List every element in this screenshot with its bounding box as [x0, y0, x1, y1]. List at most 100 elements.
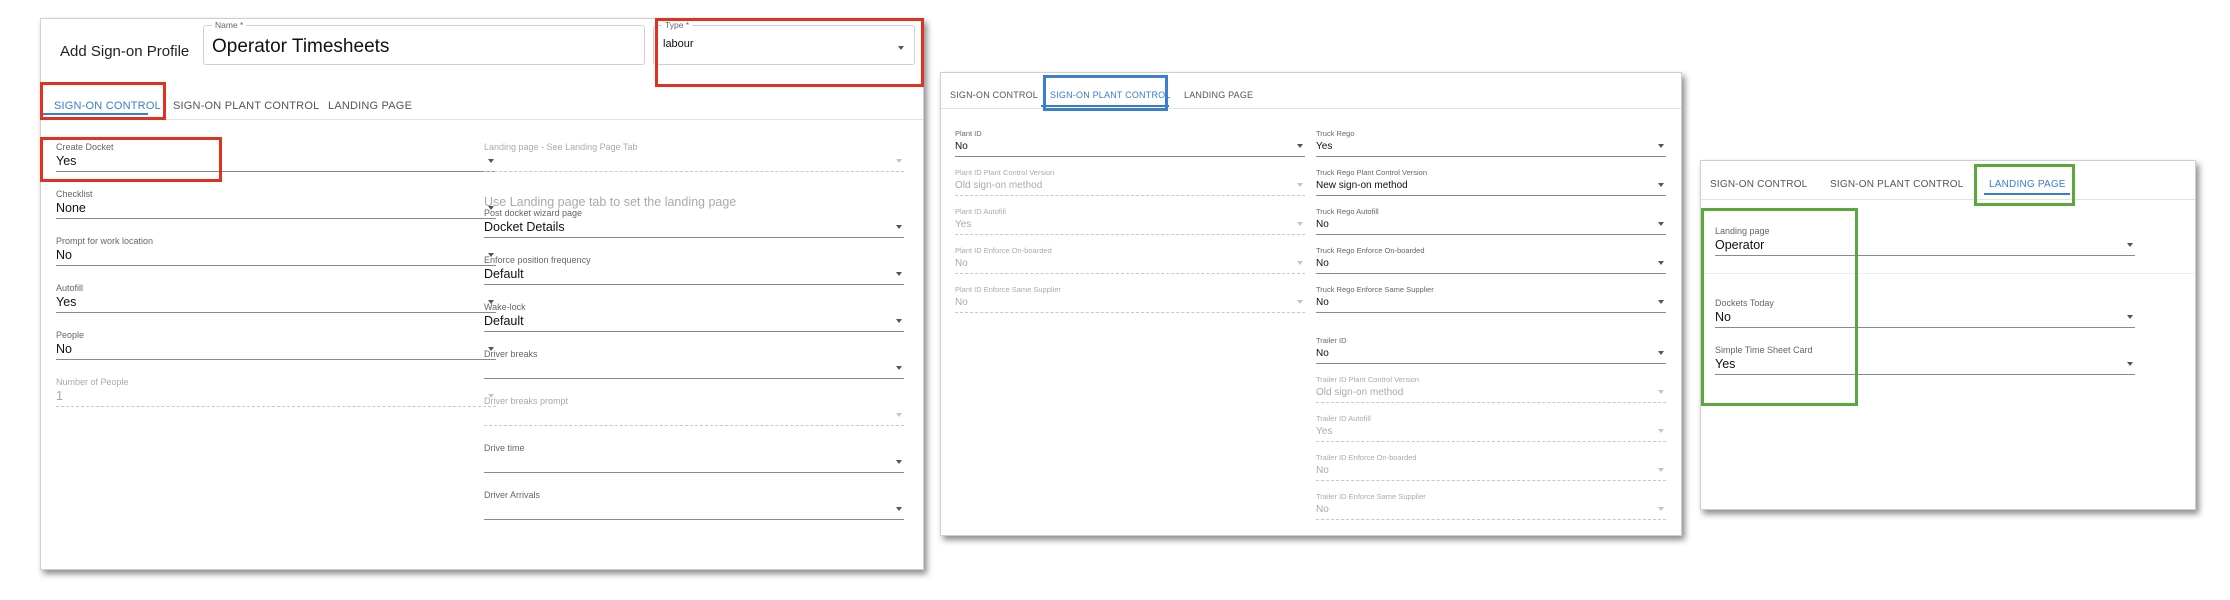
- field-value: No: [955, 141, 968, 152]
- field-value: No: [955, 297, 968, 308]
- enforce-position-frequency-field[interactable]: Enforce position frequency Default: [484, 255, 904, 285]
- field-value: No: [1316, 258, 1329, 269]
- plant-id-enforce-on-boarded-field: Plant ID Enforce On-boarded No: [955, 246, 1305, 276]
- dockets-today-field[interactable]: Dockets Today No: [1715, 298, 2135, 328]
- prompt-for-work-location-field[interactable]: Prompt for work location No: [56, 236, 496, 266]
- field-underline: [1316, 312, 1666, 313]
- chevron-down-icon: [1658, 222, 1664, 226]
- type-select-value: labour: [663, 38, 694, 50]
- field-underline: [1715, 374, 2135, 375]
- field-underline: [1316, 195, 1666, 196]
- field-label: Plant ID Enforce On-boarded: [955, 246, 1052, 255]
- trailer-id-plant-control-version-field: Trailer ID Plant Control Version Old sign…: [1316, 375, 1666, 405]
- field-underline: [955, 273, 1305, 274]
- chevron-down-icon: [1658, 351, 1664, 355]
- chevron-down-icon: [896, 460, 902, 464]
- field-value: New sign-on method: [1316, 180, 1408, 191]
- field-label: Plant ID Enforce Same Supplier: [955, 285, 1061, 294]
- truck-rego-plant-control-version-field[interactable]: Truck Rego Plant Control Version New sign…: [1316, 168, 1666, 198]
- plant-id-field[interactable]: Plant ID No: [955, 129, 1305, 159]
- field-label: Truck Rego Enforce On-boarded: [1316, 246, 1425, 255]
- chevron-down-icon: [896, 159, 902, 163]
- field-label: Trailer ID Enforce On-boarded: [1316, 453, 1417, 462]
- chevron-down-icon: [1658, 468, 1664, 472]
- chevron-down-icon: [896, 413, 902, 417]
- people-field[interactable]: People No: [56, 330, 496, 360]
- field-value: None: [56, 201, 86, 215]
- driver-arrivals-field[interactable]: Driver Arrivals: [484, 490, 904, 520]
- tab-landing-page[interactable]: LANDING PAGE: [1989, 179, 2066, 190]
- chevron-down-icon: [1297, 144, 1303, 148]
- field-underline: [955, 312, 1305, 313]
- tab-divider: [941, 108, 1681, 109]
- field-underline: [56, 359, 496, 360]
- checklist-field[interactable]: Checklist None: [56, 189, 496, 219]
- active-tab-indicator: [1984, 193, 2070, 195]
- field-value: No: [1316, 465, 1329, 476]
- chevron-down-icon: [2127, 315, 2133, 319]
- field-label: Trailer ID Enforce Same Supplier: [1316, 492, 1426, 501]
- tab-sign-on-plant-control[interactable]: SIGN-ON PLANT CONTROL: [173, 100, 319, 112]
- chevron-down-icon: [1658, 300, 1664, 304]
- drive-time-field[interactable]: Drive time: [484, 443, 904, 473]
- field-value: No: [56, 342, 72, 356]
- landing-page-field[interactable]: Landing page Operator: [1715, 226, 2135, 256]
- field-label: Landing page - See Landing Page Tab: [484, 142, 638, 152]
- truck-rego-field[interactable]: Truck Rego Yes: [1316, 129, 1666, 159]
- chevron-down-icon: [2127, 362, 2133, 366]
- field-value: Yes: [1715, 357, 1736, 371]
- tab-sign-on-plant-control[interactable]: SIGN-ON PLANT CONTROL: [1050, 90, 1171, 100]
- truck-rego-enforce-same-supplier-field[interactable]: Truck Rego Enforce Same Supplier No: [1316, 285, 1666, 315]
- driver-breaks-field[interactable]: Driver breaks: [484, 349, 904, 379]
- tab-sign-on-control[interactable]: SIGN-ON CONTROL: [950, 90, 1038, 100]
- tab-sign-on-control[interactable]: SIGN-ON CONTROL: [1710, 179, 1807, 190]
- field-underline: [484, 171, 904, 172]
- chevron-down-icon: [2127, 243, 2133, 247]
- chevron-down-icon: [896, 272, 902, 276]
- trailer-id-field[interactable]: Trailer ID No: [1316, 336, 1666, 366]
- number-of-people-field: Number of People 1: [56, 377, 496, 407]
- field-value: Yes: [1316, 426, 1333, 437]
- field-label: Truck Rego Enforce Same Supplier: [1316, 285, 1434, 294]
- field-label: Plant ID Plant Control Version: [955, 168, 1055, 177]
- field-label: Trailer ID Autofill: [1316, 414, 1371, 423]
- simple-time-sheet-card-field[interactable]: Simple Time Sheet Card Yes: [1715, 345, 2135, 375]
- field-label: People: [56, 330, 85, 340]
- driver-breaks-prompt-field: Driver breaks prompt: [484, 396, 904, 426]
- field-value: Default: [484, 314, 524, 328]
- chevron-down-icon: [1658, 507, 1664, 511]
- tab-landing-page[interactable]: LANDING PAGE: [328, 100, 412, 112]
- sign-on-plant-control-panel: SIGN-ON CONTROL SIGN-ON PLANT CONTROL LA…: [940, 72, 1682, 536]
- post-docket-wizard-page-field[interactable]: Post docket wizard page Docket Details: [484, 208, 904, 238]
- landing-page-panel: SIGN-ON CONTROL SIGN-ON PLANT CONTROL LA…: [1700, 160, 2196, 510]
- truck-rego-autofill-field[interactable]: Truck Rego Autofill No: [1316, 207, 1666, 237]
- tab-sign-on-control[interactable]: SIGN-ON CONTROL: [54, 100, 161, 112]
- field-label: Driver breaks: [484, 349, 538, 359]
- create-docket-field[interactable]: Create Docket Yes: [56, 142, 496, 172]
- autofill-field[interactable]: Autofill Yes: [56, 283, 496, 313]
- field-value: Old sign-on method: [955, 180, 1043, 191]
- field-value: Default: [484, 267, 524, 281]
- field-label: Dockets Today: [1715, 298, 1774, 308]
- tab-divider: [41, 119, 923, 120]
- field-underline: [1715, 327, 2135, 328]
- field-label: Checklist: [56, 189, 93, 199]
- trailer-id-enforce-same-supplier-field: Trailer ID Enforce Same Supplier No: [1316, 492, 1666, 522]
- active-tab-indicator: [43, 113, 148, 115]
- field-value: No: [1715, 310, 1731, 324]
- tab-sign-on-plant-control[interactable]: SIGN-ON PLANT CONTROL: [1830, 179, 1963, 190]
- field-underline: [1316, 363, 1666, 364]
- field-label: Truck Rego Autofill: [1316, 207, 1379, 216]
- tab-landing-page[interactable]: LANDING PAGE: [1184, 90, 1253, 100]
- truck-rego-enforce-on-boarded-field[interactable]: Truck Rego Enforce On-boarded No: [1316, 246, 1666, 276]
- field-label: Driver breaks prompt: [484, 396, 569, 406]
- chevron-down-icon: [1658, 429, 1664, 433]
- page-title: Add Sign-on Profile: [60, 43, 190, 60]
- field-label: Truck Rego Plant Control Version: [1316, 168, 1428, 177]
- name-field[interactable]: Name * Operator Timesheets: [203, 20, 645, 65]
- field-underline: [955, 195, 1305, 196]
- type-select[interactable]: Type * labour: [653, 20, 915, 65]
- wake-lock-field[interactable]: Wake-lock Default: [484, 302, 904, 332]
- chevron-down-icon: [1658, 261, 1664, 265]
- chevron-down-icon: [896, 225, 902, 229]
